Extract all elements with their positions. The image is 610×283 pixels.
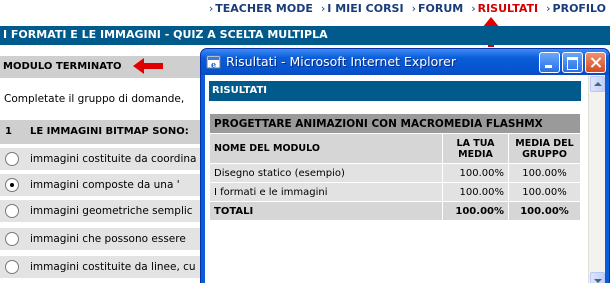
answer-option-label: immagini costituite da linee, cu: [30, 261, 196, 273]
nav-bullet-icon: ›: [546, 2, 551, 15]
window-title-bar[interactable]: e Risultati - Microsoft Internet Explore…: [201, 49, 609, 75]
answer-option-label: immagini composte da una ': [30, 179, 180, 191]
answer-option-label: immagini geometriche semplic: [30, 205, 193, 217]
module-name-cell: I formati e le immagini: [209, 182, 443, 202]
answer-option-label: immagini che possono essere: [30, 233, 186, 245]
window-content: RISULTATI PROGETTARE ANIMAZIONI CON MACR…: [205, 75, 605, 283]
vertical-scrollbar[interactable]: [588, 75, 605, 283]
scroll-up-arrow-icon[interactable]: [590, 76, 605, 92]
annotation-left-arrow-icon: [133, 58, 163, 74]
radio-cell: [0, 148, 24, 170]
results-table: PROGETTARE ANIMAZIONI CON MACROMEDIA FLA…: [209, 113, 581, 221]
module-name-cell: Disegno statico (esempio): [209, 163, 443, 183]
nav-i-miei-corsi-label: I MIEI CORSI: [327, 2, 404, 15]
question-text: LE IMMAGINI BITMAP SONO:: [30, 126, 189, 137]
nav-forum-label: FORUM: [417, 2, 464, 15]
instructions-text: Completate il gruppo di domande,: [4, 93, 185, 105]
radio-cell: [0, 256, 24, 278]
top-navigation: › TEACHER MODE › I MIEI CORSI › FORUM › RISU…: [0, 0, 610, 18]
table-header-row: NOME DEL MODULO LA TUA MEDIA MEDIA DEL GRU…: [209, 133, 581, 164]
radio-button[interactable]: [5, 204, 19, 218]
nav-teacher-mode[interactable]: › TEACHER MODE: [209, 2, 313, 15]
col-header-module: NOME DEL MODULO: [209, 133, 443, 164]
col-header-group-average: MEDIA DEL GRUPPO: [508, 133, 581, 164]
nav-forum[interactable]: › FORUM: [412, 2, 464, 15]
radio-cell: [0, 228, 24, 250]
nav-bullet-icon: ›: [208, 2, 214, 15]
results-popup-window: e Risultati - Microsoft Internet Explore…: [200, 48, 610, 283]
question-number: 1: [5, 126, 12, 137]
results-header-label: RISULTATI: [212, 85, 268, 96]
course-title: PROGETTARE ANIMAZIONI CON MACROMEDIA FLA…: [209, 113, 581, 134]
radio-button[interactable]: [5, 152, 19, 166]
minimize-button[interactable]: [539, 52, 560, 73]
your-average-cell: 100.00%: [442, 163, 509, 183]
close-button[interactable]: [585, 52, 606, 73]
table-title-row: PROGETTARE ANIMAZIONI CON MACROMEDIA FLA…: [209, 113, 581, 134]
nav-i-miei-corsi[interactable]: › I MIEI CORSI: [321, 2, 404, 15]
col-header-group-average-line1: MEDIA DEL: [515, 137, 574, 149]
table-row: I formati e le immagini 100.00% 100.00%: [209, 182, 581, 202]
svg-text:e: e: [211, 60, 216, 70]
col-header-group-average-line2: GRUPPO: [522, 148, 567, 160]
col-header-your-average-line1: LA TUA: [456, 137, 495, 149]
radio-button-selected[interactable]: [5, 178, 19, 192]
nav-teacher-mode-label: TEACHER MODE: [215, 2, 313, 15]
page-title: I FORMATI E LE IMMAGINI - QUIZ A SCELTA …: [3, 28, 328, 41]
nav-risultati[interactable]: › RISULTATI: [471, 2, 538, 15]
answer-option-label: immagini costituite da coordina: [30, 153, 197, 165]
col-header-your-average-line2: MEDIA: [458, 148, 493, 160]
internet-explorer-icon: e: [206, 55, 221, 70]
nav-risultati-label: RISULTATI: [477, 2, 539, 15]
window-title: Risultati - Microsoft Internet Explorer: [226, 54, 456, 69]
radio-cell: [0, 174, 24, 196]
col-header-your-average: LA TUA MEDIA: [442, 133, 509, 164]
total-label: TOTALI: [209, 201, 443, 221]
nav-bullet-icon: ›: [320, 2, 326, 15]
total-your-average: 100.00%: [442, 201, 509, 221]
group-average-cell: 100.00%: [508, 182, 581, 202]
nav-profilo[interactable]: › PROFILO: [546, 2, 606, 15]
nav-bullet-icon: ›: [411, 2, 416, 15]
your-average-cell: 100.00%: [442, 182, 509, 202]
scroll-down-arrow-icon[interactable]: [590, 272, 605, 283]
radio-button[interactable]: [5, 260, 19, 274]
maximize-button[interactable]: [562, 52, 583, 73]
nav-profilo-label: PROFILO: [552, 2, 606, 15]
radio-cell: [0, 200, 24, 222]
radio-button[interactable]: [5, 232, 19, 246]
page-title-bar: I FORMATI E LE IMMAGINI - QUIZ A SCELTA …: [0, 26, 610, 45]
total-group-average: 100.00%: [508, 201, 581, 221]
table-total-row: TOTALI 100.00% 100.00%: [209, 201, 581, 221]
table-row: Disegno statico (esempio) 100.00% 100.00…: [209, 163, 581, 183]
group-average-cell: 100.00%: [508, 163, 581, 183]
results-header: RISULTATI: [209, 81, 581, 101]
module-status: MODULO TERMINATO: [3, 61, 122, 72]
nav-bullet-icon: ›: [471, 2, 476, 15]
